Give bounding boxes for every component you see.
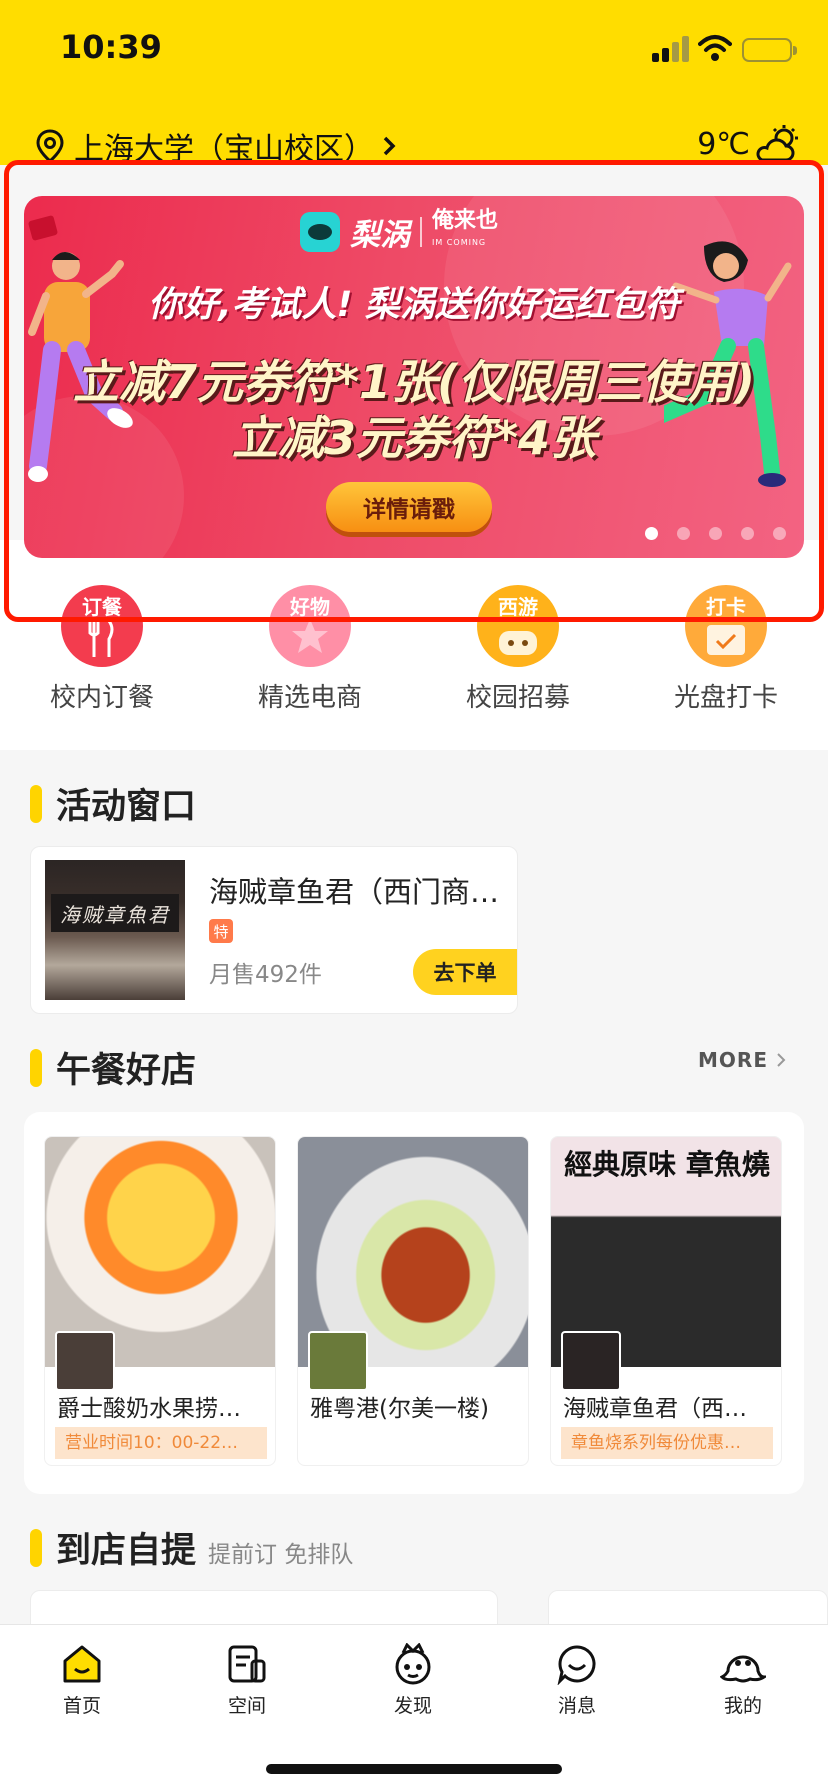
status-time: 10:39 [60,28,162,66]
shop-photo: 海贼章魚君 [45,860,185,1000]
recruit-icon: 西游 [477,585,559,667]
section-title: 活动窗口 [56,787,197,827]
location-name: 上海大学（宝山校区） [74,132,374,167]
brand-divider [420,217,422,247]
shop-card[interactable]: 爵士酸奶水果捞… 营业时间10：00-22… [44,1136,276,1466]
carousel-dot[interactable] [645,527,658,540]
shop-name: 海贼章鱼君（西… [563,1396,747,1422]
tab-label: 发现 [393,1695,432,1717]
nav-selected-shopping[interactable]: 好物 精选电商 [240,585,380,714]
brand-liwo: 梨涡 [350,218,410,253]
location-selector[interactable]: 上海大学（宝山校区） [36,124,398,168]
shop-name: 雅粤港(尔美一楼) [310,1396,489,1422]
shop-note: 章鱼烧系列每份优惠… [561,1427,773,1459]
carousel-dot[interactable] [709,527,722,540]
shop-name: 海贼章鱼君（西门商… [209,875,500,909]
chevron-right-icon [777,1053,786,1067]
tab-profile[interactable]: 我的 [688,1643,798,1718]
carousel-dot[interactable] [773,527,786,540]
tab-space[interactable]: 空间 [192,1643,302,1718]
signal-icon [652,36,694,62]
battery-icon [742,38,797,62]
nav-label: 校内订餐 [49,683,154,713]
section-title: 午餐好店 [56,1051,197,1091]
brand-anlaiye: 俺来也 IM COMING [432,208,499,248]
space-icon [228,1645,266,1683]
special-badge: 特 [209,919,233,943]
tab-label: 我的 [723,1695,762,1717]
shop-thumbnail [55,1331,115,1391]
carousel-dot[interactable] [677,527,690,540]
shop-card[interactable]: 雅粤港(尔美一楼) [297,1136,529,1466]
section-title: 到店自提 [56,1531,197,1571]
wifi-icon [698,35,732,61]
ordering-icon: 订餐 [61,585,143,667]
shop-thumbnail [561,1331,621,1391]
shop-name: 爵士酸奶水果捞… [57,1396,241,1422]
activity-card[interactable]: 海贼章魚君 海贼章鱼君（西门商… 特 月售492件 去下单 [30,846,518,1014]
weather-widget[interactable]: 9℃ [697,124,800,164]
nav-clean-plate-checkin[interactable]: 打卡 光盘打卡 [656,585,796,714]
lunch-shop-list: 爵士酸奶水果捞… 营业时间10：00-22… 雅粤港(尔美一楼) 經典原味 章魚… [24,1112,804,1494]
tab-label: 消息 [557,1695,596,1717]
partly-cloudy-icon [756,125,798,162]
temperature: 9℃ [697,126,750,162]
discover-icon [395,1643,431,1685]
tab-label: 首页 [62,1695,101,1717]
chevron-right-icon [383,136,396,156]
home-icon [63,1645,101,1683]
shop-thumbnail [308,1331,368,1391]
home-indicator[interactable] [266,1764,562,1774]
monthly-sales: 月售492件 [209,962,322,988]
promo-banner[interactable]: 梨涡 俺来也 IM COMING 你好,考试人! 梨涡送你好运红包符 立减7元券符… [24,196,804,558]
tab-label: 空间 [227,1695,266,1717]
lunch-section-header: 午餐好店 [30,1042,196,1093]
quick-nav: 订餐 校内订餐 好物 精选电商 西游 校园招募 打卡 光盘打卡 [0,585,828,715]
tab-discover[interactable]: 发现 [358,1643,468,1718]
banner-detail-button[interactable]: 详情请戳 [326,482,492,532]
nav-campus-ordering[interactable]: 订餐 校内订餐 [32,585,172,714]
more-link[interactable]: MORE [698,1048,786,1072]
section-accent-bar [30,784,42,823]
message-icon [557,1645,596,1685]
shop-sign: 海贼章魚君 [51,894,179,932]
nav-label: 精选电商 [257,683,362,713]
banner-logo: 梨涡 俺来也 IM COMING [300,210,498,254]
nav-label: 光盘打卡 [673,683,778,713]
nav-label: 校园招募 [465,683,570,713]
carousel-dot[interactable] [741,527,754,540]
tab-messages[interactable]: 消息 [522,1643,632,1718]
profile-icon [720,1655,766,1683]
pickup-section-header: 到店自提 提前订 免排队 [30,1522,353,1573]
section-accent-bar [30,1048,42,1087]
order-button[interactable]: 去下单 [413,949,517,995]
liwo-logo-icon [300,212,340,252]
shop-photo-caption: 經典原味 章魚燒 [564,1148,770,1181]
section-subtitle: 提前订 免排队 [208,1541,354,1568]
shop-card[interactable]: 經典原味 章魚燒 海贼章鱼君（西… 章鱼烧系列每份优惠… [550,1136,782,1466]
checkin-icon: 打卡 [685,585,767,667]
tab-home[interactable]: 首页 [27,1643,137,1718]
shop-note: 营业时间10：00-22… [55,1427,267,1459]
carousel-indicator [645,527,786,540]
banner-offer-2: 立减3元券符*4张 [231,411,597,465]
banner-headline: 你好,考试人! 梨涡送你好运红包符 [148,285,680,325]
activity-section-header: 活动窗口 [30,778,196,829]
location-pin-icon [36,129,64,163]
shopping-icon: 好物 [269,585,351,667]
status-bar: 10:39 [0,0,828,100]
section-accent-bar [30,1528,42,1567]
nav-campus-recruit[interactable]: 西游 校园招募 [448,585,588,714]
more-label: MORE [698,1048,768,1072]
